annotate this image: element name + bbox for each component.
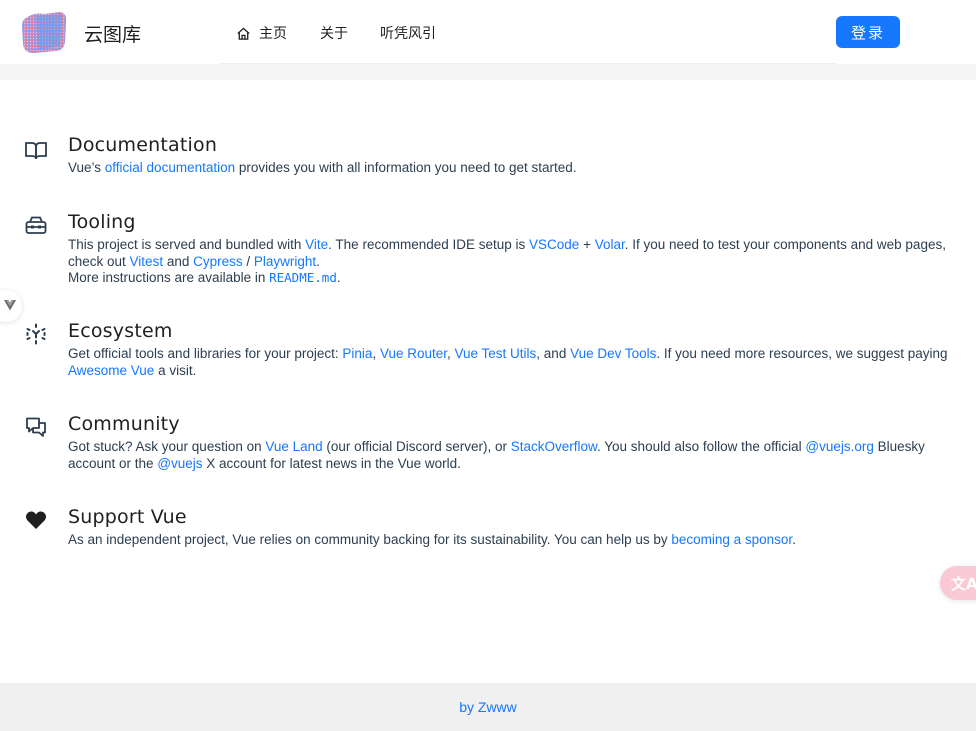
home-icon	[237, 27, 250, 40]
side-devtools-handle[interactable]	[0, 290, 22, 322]
ecosystem-description: Get official tools and libraries for you…	[68, 346, 948, 379]
site-title: 云图库	[84, 24, 142, 46]
text-fragment: . If you need more resources, we suggest…	[656, 346, 948, 361]
book-icon	[25, 142, 47, 160]
readme-link[interactable]: README.md	[269, 270, 337, 285]
vue-land-link[interactable]: Vue Land	[265, 439, 322, 454]
header-divider-band	[0, 64, 976, 80]
text-fragment: More instructions are available in	[68, 270, 270, 285]
toolbox-icon	[25, 216, 47, 234]
volar-link[interactable]: Volar	[595, 237, 625, 252]
tooling-description: This project is served and bundled with …	[68, 237, 948, 287]
nav-item-tingpingfengyin[interactable]: 听凭风引	[380, 23, 436, 43]
vue-logo-icon	[4, 300, 16, 311]
sponsor-link[interactable]: becoming a sponsor	[671, 532, 792, 547]
community-title: Community	[68, 413, 180, 435]
stackoverflow-link[interactable]: StackOverflow	[511, 439, 597, 454]
translate-button[interactable]: 文A	[940, 566, 976, 600]
text-fragment: As an independent project, Vue relies on…	[68, 532, 672, 547]
text-fragment: X account for latest news in the Vue wor…	[202, 455, 461, 471]
vscode-link[interactable]: VSCode	[529, 237, 579, 252]
x-account-link[interactable]: @vuejs	[157, 456, 202, 471]
ecosystem-title: Ecosystem	[68, 320, 173, 342]
cypress-link[interactable]: Cypress	[193, 254, 243, 269]
documentation-description: Vue’s official documentation provides yo…	[68, 160, 948, 177]
text-fragment: Get official tools and libraries for you…	[68, 346, 343, 361]
text-fragment: . You should also follow the official	[597, 439, 806, 454]
nav-item-home[interactable]: 主页	[236, 23, 287, 43]
text-fragment: (our official Discord server), or	[322, 439, 511, 454]
app-logo[interactable]	[20, 10, 68, 54]
vite-link[interactable]: Vite	[305, 237, 328, 252]
top-header: 云图库 主页 关于 听凭风引 登录	[0, 0, 976, 64]
vue-router-link[interactable]: Vue Router	[380, 346, 447, 361]
heart-icon	[25, 511, 47, 529]
playwright-link[interactable]: Playwright	[254, 254, 316, 269]
text-fragment: /	[242, 253, 254, 269]
text-fragment: +	[579, 237, 595, 252]
awesome-vue-link[interactable]: Awesome Vue	[68, 363, 154, 378]
page-footer: by Zwww	[0, 683, 976, 731]
text-fragment: , and	[536, 346, 571, 361]
nav-item-about[interactable]: 关于	[320, 23, 348, 43]
bluesky-link[interactable]: @vuejs.org	[805, 439, 873, 454]
vue-dev-tools-link[interactable]: Vue Dev Tools	[570, 346, 656, 361]
readme-code: README.md	[269, 270, 337, 285]
main-nav-menu: 主页 关于 听凭风引	[220, 0, 836, 64]
text-fragment: and	[163, 253, 194, 269]
pinia-link[interactable]: Pinia	[342, 346, 372, 361]
vitest-link[interactable]: Vitest	[130, 254, 164, 269]
ecosystem-icon	[26, 323, 46, 345]
official-documentation-link[interactable]: official documentation	[105, 160, 235, 175]
login-button[interactable]: 登录	[836, 16, 900, 48]
text-fragment: This project is served and bundled with	[68, 237, 306, 252]
text-fragment: Got stuck? Ask your question on	[68, 439, 266, 454]
text-fragment: ,	[372, 346, 380, 361]
text-fragment: ,	[446, 346, 455, 361]
translate-icon: 文A	[951, 575, 976, 593]
text-fragment: .	[316, 253, 320, 269]
text-fragment: . The recommended IDE setup is	[328, 237, 530, 252]
tooling-title: Tooling	[68, 211, 136, 233]
chat-bubbles-icon	[26, 417, 46, 437]
text-fragment: Vue’s	[68, 160, 105, 175]
text-fragment: a visit.	[154, 362, 197, 378]
footer-credit-link[interactable]: by Zwww	[459, 699, 517, 715]
support-description: As an independent project, Vue relies on…	[68, 532, 948, 549]
text-fragment: provides you with all information you ne…	[235, 160, 577, 175]
text-fragment: .	[336, 270, 341, 285]
documentation-title: Documentation	[68, 134, 218, 156]
text-fragment: .	[792, 532, 796, 547]
community-description: Got stuck? Ask your question on Vue Land…	[68, 439, 948, 472]
support-title: Support Vue	[68, 506, 187, 528]
vue-test-utils-link[interactable]: Vue Test Utils	[455, 346, 537, 361]
nav-item-home-label: 主页	[259, 26, 287, 42]
